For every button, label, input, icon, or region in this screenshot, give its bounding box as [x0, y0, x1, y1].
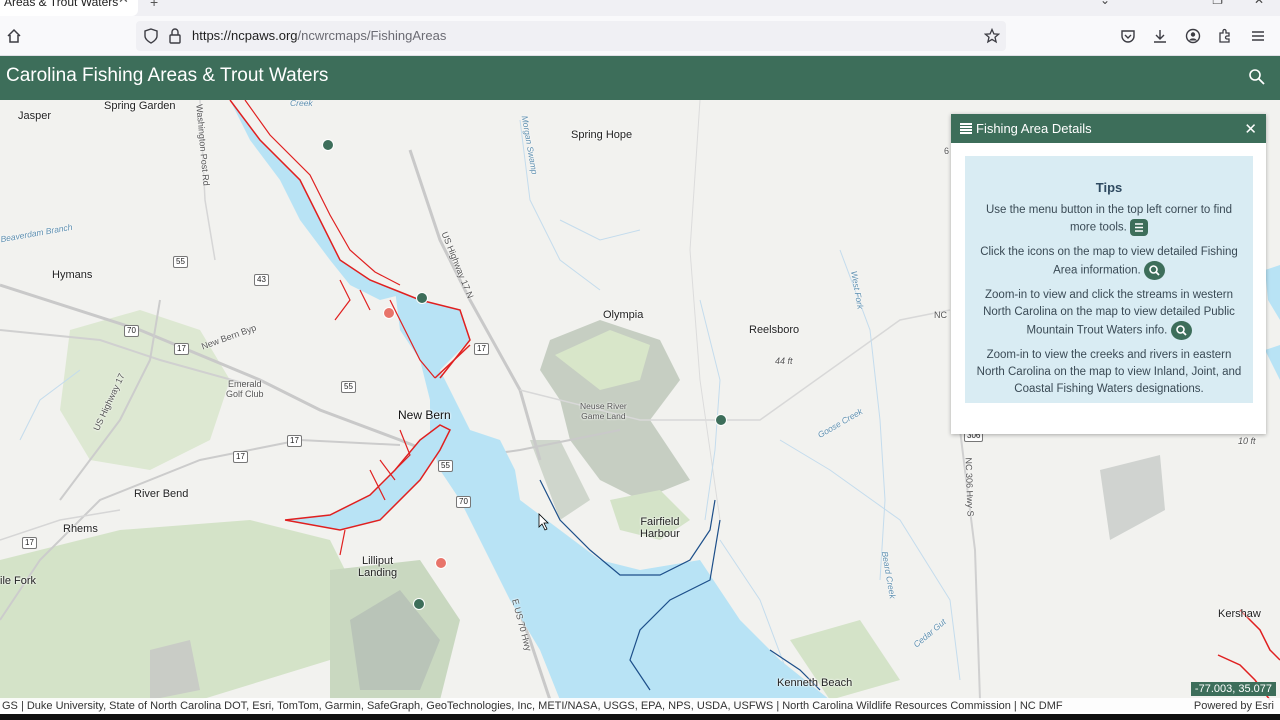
place-label: Spring Garden	[104, 100, 176, 112]
tip-menu: Use the menu button in the top left corn…	[965, 202, 1253, 237]
tab-title: Areas & Trout Waters	[4, 0, 119, 9]
lock-icon[interactable]	[164, 25, 186, 47]
browser-navbar: https://ncpaws.org/ncwrcmaps/FishingArea…	[0, 16, 1280, 56]
magnifier-icon	[1170, 320, 1192, 340]
place-label: Olympia	[603, 309, 644, 321]
route-shield: 17	[233, 451, 248, 463]
restore-window-icon[interactable]: ❐	[1212, 0, 1223, 7]
extensions-icon[interactable]	[1214, 25, 1236, 47]
place-label: New Bern	[398, 408, 451, 422]
tip-text: Zoom-in to view the creeks and rivers in…	[976, 348, 1242, 395]
search-icon[interactable]	[1248, 68, 1266, 86]
tips-box: Tips Use the menu button in the top left…	[965, 156, 1253, 403]
download-icon[interactable]	[1149, 25, 1171, 47]
route-shield: 55	[438, 460, 453, 472]
place-label: River Bend	[134, 488, 189, 500]
bookmark-star-icon[interactable]	[981, 25, 1003, 47]
tip-text: Zoom-in to view and click the streams in…	[983, 288, 1235, 337]
url-text[interactable]: https://ncpaws.org/ncwrcmaps/FishingArea…	[192, 28, 446, 43]
browser-tab[interactable]: Areas & Trout Waters ✕	[0, 0, 138, 16]
app-title: Carolina Fishing Areas & Trout Waters	[6, 65, 329, 86]
magnifier-icon	[1143, 260, 1165, 280]
road-label: NC	[934, 310, 947, 320]
tips-title: Tips	[1095, 180, 1123, 195]
route-shield: 17	[174, 343, 189, 355]
bottom-bar	[0, 714, 1280, 720]
place-label: Hymans	[52, 269, 93, 281]
route-shield: 70	[124, 325, 139, 337]
powered-by-link[interactable]: Powered by Esri	[1194, 698, 1274, 714]
road-label: NC 306 Hwy S	[963, 457, 976, 517]
hamburger-menu-icon[interactable]	[1247, 25, 1269, 47]
app-header: Carolina Fishing Areas & Trout Waters	[0, 56, 1280, 100]
map-attribution: GS | Duke University, State of North Car…	[0, 698, 1280, 714]
home-icon[interactable]	[3, 25, 25, 47]
place-label: Rhems	[63, 523, 98, 535]
close-window-icon[interactable]: ✕	[1254, 0, 1264, 7]
url-path: /ncwrcmaps/FishingAreas	[297, 28, 447, 43]
panel-header: Fishing Area Details ✕	[951, 114, 1266, 143]
url-bar[interactable]: https://ncpaws.org/ncwrcmaps/FishingArea…	[136, 21, 1006, 51]
place-label: Lilliput Landing	[358, 555, 398, 579]
route-shield: 17	[22, 537, 37, 549]
route-shield: 17	[287, 435, 302, 447]
place-label: Fairfield Harbour	[640, 516, 680, 540]
route-shield: 70	[456, 496, 471, 508]
route-shield: 43	[254, 274, 269, 286]
map-label: 6	[944, 146, 950, 156]
pocket-icon[interactable]	[1117, 25, 1139, 47]
tip-waters: Zoom-in to view the creeks and rivers in…	[965, 347, 1253, 398]
chevron-down-icon[interactable]: ⌄	[1100, 0, 1110, 7]
place-label: Jasper	[18, 110, 52, 122]
route-shield: 17	[474, 343, 489, 355]
menu-button-icon	[1130, 219, 1149, 236]
new-tab-icon[interactable]: +	[150, 0, 158, 10]
tip-icons: Click the icons on the map to view detai…	[965, 244, 1253, 280]
tip-text: Use the menu button in the top left corn…	[985, 204, 1233, 234]
elevation-label: 44 ft	[775, 356, 793, 366]
place-label: ile Fork	[0, 575, 37, 587]
account-icon[interactable]	[1182, 25, 1204, 47]
place-label: Reelsboro	[749, 324, 800, 336]
attribution-text: GS | Duke University, State of North Car…	[2, 700, 1063, 712]
close-icon[interactable]: ✕	[1244, 120, 1257, 138]
tab-close-icon[interactable]: ✕	[118, 0, 129, 5]
place-label: Kershaw	[1218, 608, 1261, 620]
tip-text: Click the icons on the map to view detai…	[980, 245, 1238, 277]
url-host: https://ncpaws.org	[192, 28, 298, 43]
route-shield: 55	[341, 381, 356, 393]
shield-icon[interactable]	[140, 25, 162, 47]
place-label: Emerald Golf Club	[226, 379, 264, 399]
browser-tabstrip: Areas & Trout Waters ✕ + ⌄ ❐ ✕	[0, 0, 1280, 16]
fishing-area-details-panel: Fishing Area Details ✕ Tips Use the menu…	[951, 114, 1266, 434]
list-icon	[960, 123, 972, 134]
coordinate-readout: -77.003, 35.077	[1190, 682, 1276, 696]
place-label: Kenneth Beach	[777, 677, 853, 689]
route-shield: 55	[173, 256, 188, 268]
stream-label: Creek	[290, 100, 313, 108]
tip-trout: Zoom-in to view and click the streams in…	[965, 287, 1253, 340]
elevation-label: 10 ft	[1238, 436, 1256, 446]
panel-title: Fishing Area Details	[976, 121, 1092, 136]
game-land-label: Neuse River Game Land	[580, 401, 627, 421]
place-label: Spring Hope	[571, 129, 633, 141]
